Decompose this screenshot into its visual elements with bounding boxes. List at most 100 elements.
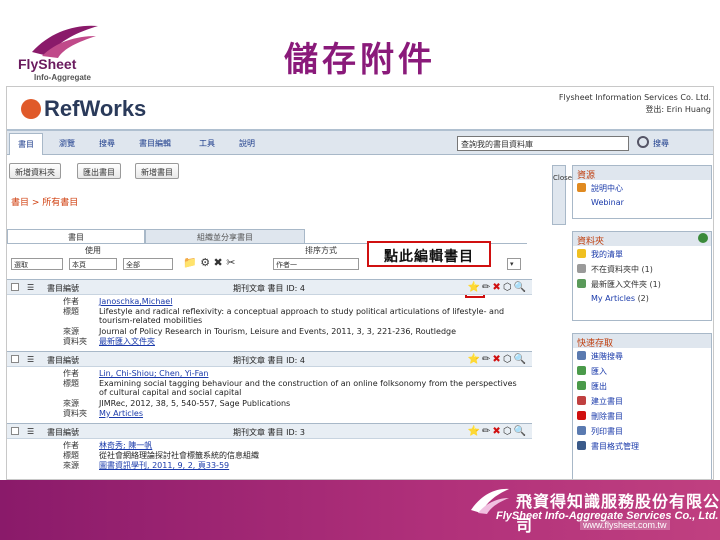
search-input[interactable]: 查詢我的書目資料庫 [457,136,629,151]
new-reference-button[interactable]: 新增書目 [135,163,179,179]
search-icon [577,351,586,360]
advanced-search-link[interactable]: 進階搜尋 [573,348,711,363]
bibliography-icon [577,396,586,405]
export-link[interactable]: 匯出 [573,378,711,393]
add-folder-icon[interactable] [698,233,708,243]
export-button[interactable]: 匯出書目 [77,163,121,179]
folder-label: 資料夾 [63,337,87,346]
reference-id: 期刊文章 書目 ID: 3 [233,428,305,437]
folder-value[interactable]: My Articles [99,409,519,418]
delete-icon [577,411,586,420]
resources-title: 資源 [573,166,711,181]
output-style-manager-link[interactable]: 書目格式管理 [573,438,711,453]
folder-icon [577,279,586,288]
slide-title: 儲存附件 [284,40,436,80]
reference-id: 期刊文章 書目 ID: 4 [233,356,305,365]
help-center-link[interactable]: 說明中心 [573,180,711,195]
tab-organize-share[interactable]: 組織並分享書目 [145,229,305,243]
app-header: RefWorks Flysheet Information Services C… [7,87,713,129]
collapse-ref-icon[interactable]: ☰ [27,283,34,292]
author-label: 作者 [63,441,79,450]
folder-value[interactable]: 最新匯入文件夾 [99,337,519,346]
reference-checkbox[interactable] [11,427,19,435]
folder-last-imported[interactable]: 最新匯入文件夾 (1) [573,276,711,291]
page-dropdown[interactable]: ▾ [507,258,521,270]
source-label: 來源 [63,327,79,336]
print-icon [577,426,586,435]
slide-footer: 飛資得知識服務股份有限公司 FlySheet Info-Aggregate Se… [0,480,720,540]
select-option-pick[interactable]: 選取 [11,258,63,270]
title-value: 從社會網絡理論探討社會標籤系統的信息組織 [99,451,259,460]
app-logo: RefWorks [21,96,146,122]
collapse-sidebar-button[interactable]: Close [552,165,572,225]
company-url[interactable]: www.flysheet.com.tw [580,520,670,530]
menu-search[interactable]: 搜尋 [99,138,115,149]
import-link[interactable]: 匯入 [573,363,711,378]
reference-checkbox[interactable] [11,355,19,363]
title-label: 標題 [63,451,79,460]
menu-help[interactable]: 說明 [239,138,255,149]
folder-my-list[interactable]: 我的清單 [573,246,711,261]
reference-checkbox[interactable] [11,283,19,291]
logout-link[interactable]: 登出: Erin Huang [559,104,711,116]
folder-icon [577,264,586,273]
search-icon[interactable] [637,136,649,148]
reference-actions[interactable]: ⭐✏✖⬡🔍 [468,426,528,437]
refworks-logo-icon [21,99,41,119]
folder-my-articles[interactable]: My Articles (2) [573,291,711,306]
star-icon [577,249,586,258]
title-label: 標題 [63,307,79,316]
folders-title: 資料夾 [573,232,711,247]
author-value[interactable]: Janoschka,Michael [99,297,519,306]
print-references-link[interactable]: 列印書目 [573,423,711,438]
folder-label: 資料夾 [63,409,87,418]
breadcrumb[interactable]: 書目 > 所有書目 [11,195,78,208]
delete-references-link[interactable]: 刪除書目 [573,408,711,423]
reference-type: 書目編號 [47,428,79,437]
author-value[interactable]: 林奇秀; 陳一帆 [99,441,519,450]
author-value[interactable]: Lin, Chi-Shiou; Chen, Yi-Fan [99,369,519,378]
menu-bibliography[interactable]: 書目編輯 [139,138,171,149]
search-button[interactable]: 搜尋 [653,138,669,149]
sort-label: 排序方式 [305,246,337,255]
reference-actions[interactable]: ⭐✏✖⬡🔍 [468,354,528,365]
logo-tagline: Info-Aggregate [34,73,91,82]
new-folder-button[interactable]: 新增資料夾 [9,163,61,179]
title-label: 標題 [63,379,79,388]
source-label: 來源 [63,399,79,408]
export-icon [577,381,586,390]
webinar-link[interactable]: Webinar [573,195,711,210]
source-value[interactable]: 圖書資訊學刊, 2011, 9, 2, 頁33-59 [99,461,519,470]
quick-access-panel: 快速存取 進階搜尋 匯入 匯出 建立書目 刪除書目 列印書目 書目格式管理 [572,333,712,479]
collapse-ref-icon[interactable]: ☰ [27,427,34,436]
help-icon [577,183,586,192]
folder-unfiled[interactable]: 不在資料夾中 (1) [573,261,711,276]
menu-references[interactable]: 書目 [9,133,43,155]
source-label: 來源 [63,461,79,470]
collapse-ref-icon[interactable]: ☰ [27,355,34,364]
select-option-all[interactable]: 全部 [123,258,173,270]
source-value: JIMRec, 2012, 38, 5, 540-557, Sage Publi… [99,399,291,408]
author-label: 作者 [63,297,79,306]
reference-id: 期刊文章 書目 ID: 4 [233,284,305,293]
tab-bar: 書目 組織並分享書目 [7,227,359,243]
wing-logo-icon [32,25,98,58]
create-bibliography-link[interactable]: 建立書目 [573,393,711,408]
action-buttons: 新增資料夾 匯出書目 新增書目 [7,161,567,183]
main-menu: 書目 瀏覽 搜尋 書目編輯 工具 說明 查詢我的書目資料庫 搜尋 [7,129,713,155]
quick-access-title: 快速存取 [573,334,711,349]
sort-select[interactable]: 作者一 [273,258,359,270]
style-icon [577,441,586,450]
reference-type: 書目編號 [47,284,79,293]
menu-tools[interactable]: 工具 [199,138,215,149]
source-value: Journal of Policy Research in Tourism, L… [99,327,457,336]
tab-references[interactable]: 書目 [7,229,145,243]
reference-actions[interactable]: ⭐✏✖⬡🔍 [468,282,528,293]
reference-header: ☰ 書目編號 期刊文章 書目 ID: 3 ⭐✏✖⬡🔍 [7,423,532,439]
folder-tools-icon[interactable]: 📁 ⚙ ✖ ✂ [183,256,235,269]
account-info: Flysheet Information Services Co. Ltd. 登… [559,92,711,116]
select-option-page[interactable]: 本頁 [69,258,117,270]
menu-browse[interactable]: 瀏覽 [59,138,75,149]
resources-panel: 資源 說明中心 Webinar [572,165,712,219]
use-label: 使用 [85,246,101,255]
